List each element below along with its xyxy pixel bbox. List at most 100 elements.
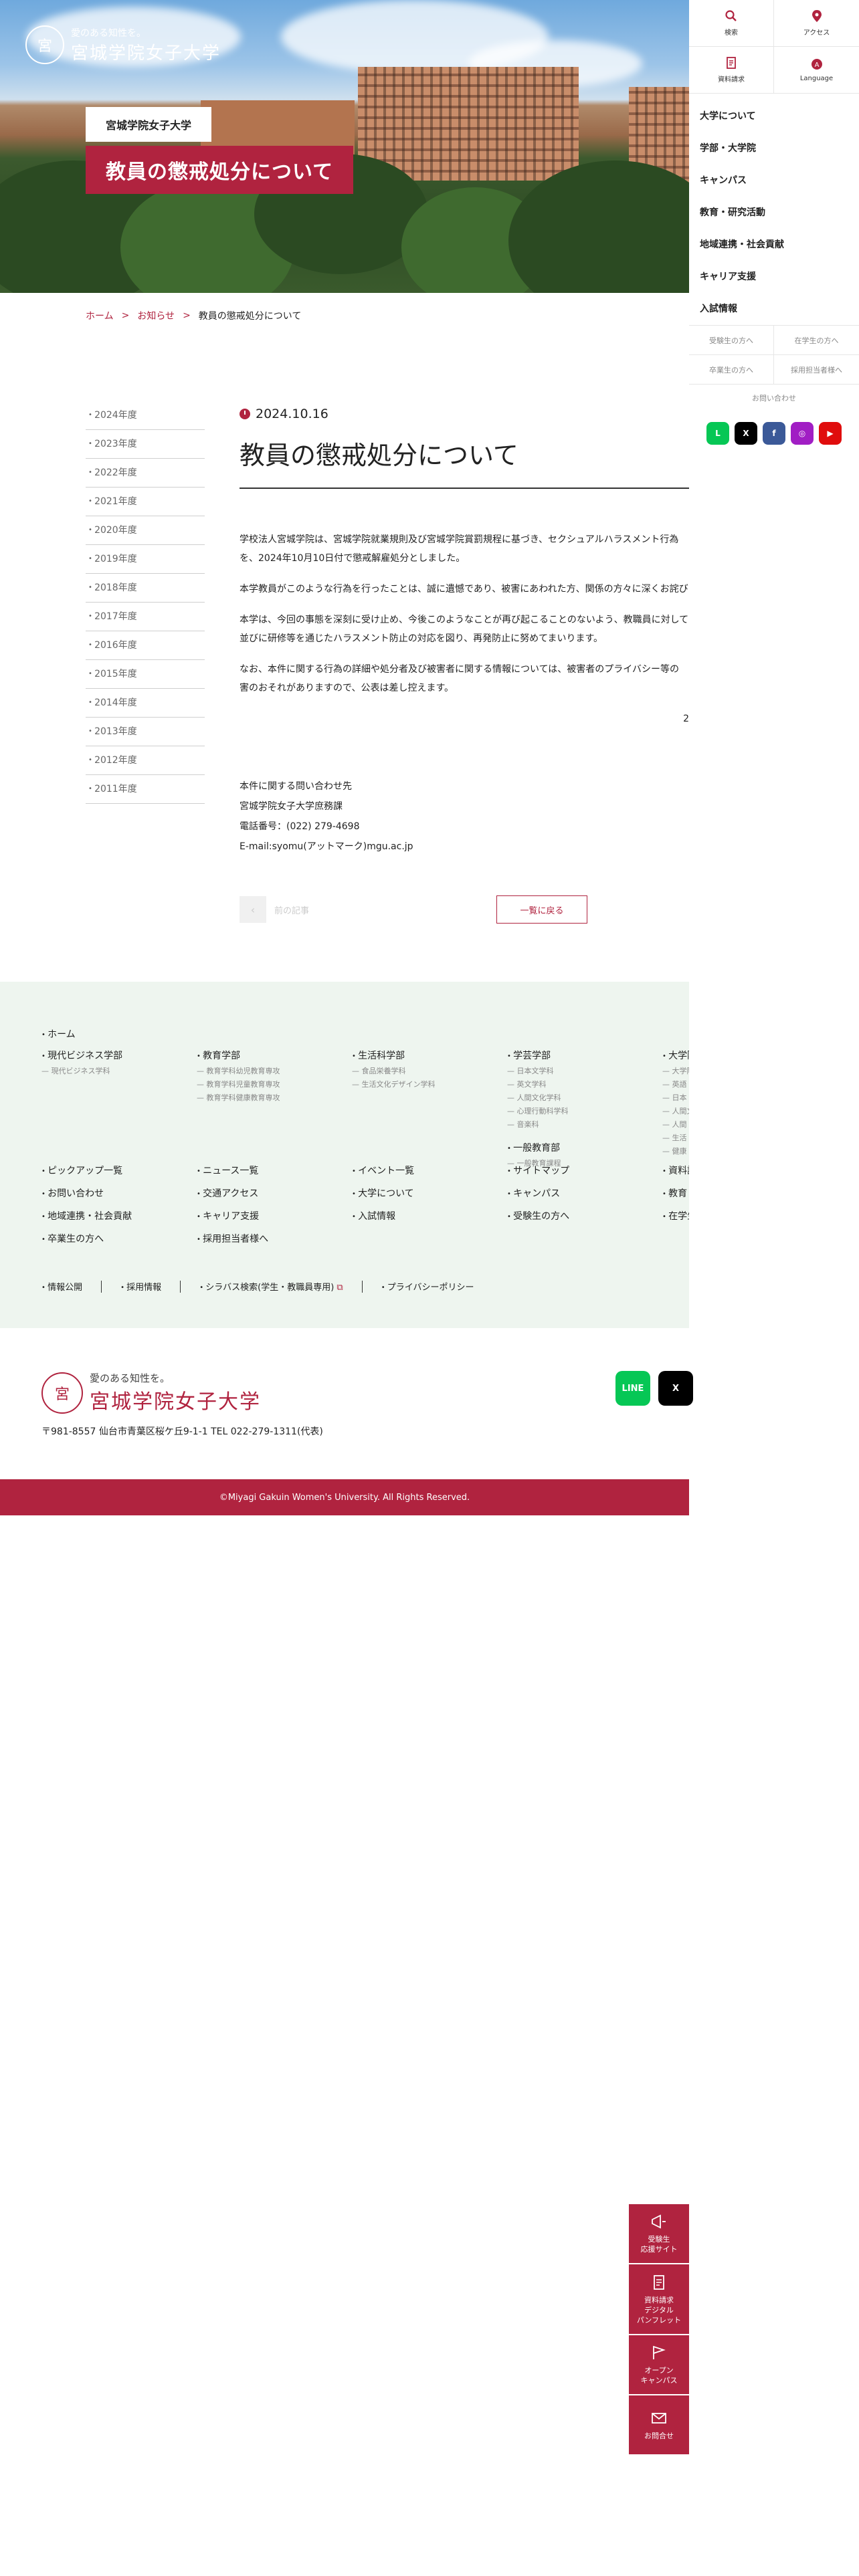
x-icon[interactable]: X [735, 422, 757, 445]
year-link[interactable]: 2020年度 [86, 516, 205, 545]
year-link[interactable]: 2024年度 [86, 401, 205, 430]
footer-logo[interactable]: 宮 愛のある知性を。 宮城学院女子大学 [41, 1371, 261, 1414]
line-icon[interactable]: L [706, 422, 729, 445]
breadcrumb-home[interactable]: ホーム [86, 309, 114, 322]
footer-link[interactable]: 資料請求 [662, 1164, 689, 1176]
footer-sub-link[interactable]: — 食品栄養学科 [352, 1065, 499, 1078]
breadcrumb-news[interactable]: お知らせ [137, 309, 175, 322]
footer-link[interactable]: ニュース一覧 [197, 1164, 352, 1176]
footer-bottom-link[interactable]: 情報公開 [41, 1280, 82, 1293]
footer-col: 大学院 — 大学院 — 英語 — 日本 — 人間文 — 人間 — 生活 — 健康 [662, 1049, 689, 1158]
hero-logo[interactable]: 宮 愛のある知性を。 宮城学院女子大学 [25, 25, 221, 64]
float-brochure-button[interactable]: 資料請求 デジタル パンフレット [629, 2264, 689, 2335]
nav-campus[interactable]: キャンパス [700, 165, 848, 197]
nav-recruiters[interactable]: 採用担当者様へ [774, 355, 859, 385]
prev-article-link[interactable]: 前の記事 [274, 903, 309, 916]
footer-link[interactable]: 地域連携・社会貢献 [41, 1209, 197, 1222]
nav-faculties[interactable]: 学部・大学院 [700, 132, 848, 165]
page-title: 教員の懲戒処分について [86, 146, 354, 194]
quick-search[interactable]: 検索 [689, 0, 774, 47]
logo-seal-icon: 宮 [25, 25, 64, 64]
footer-link[interactable]: サイトマップ [507, 1164, 662, 1176]
year-link[interactable]: 2018年度 [86, 574, 205, 603]
nav-current-students[interactable]: 在学生の方へ [774, 326, 859, 355]
year-link[interactable]: 2015年度 [86, 660, 205, 689]
x-icon[interactable]: X [658, 1371, 693, 1406]
footer-sub-link[interactable]: — 健康 [662, 1145, 689, 1158]
year-link[interactable]: 2016年度 [86, 631, 205, 660]
footer-sub-link[interactable]: — 日本文学科 [507, 1065, 654, 1078]
footer-sub-link[interactable]: — 英語 [662, 1078, 689, 1091]
year-link[interactable]: 2011年度 [86, 775, 205, 804]
year-link[interactable]: 2017年度 [86, 603, 205, 631]
year-link[interactable]: 2014年度 [86, 689, 205, 718]
footer-sub-link[interactable]: — 音楽科 [507, 1118, 654, 1132]
nav-research[interactable]: 教育・研究活動 [700, 197, 848, 229]
facebook-icon[interactable]: f [763, 422, 785, 445]
footer-sub-link[interactable]: — 教育学科健康教育専攻 [197, 1091, 344, 1105]
footer-sub-link[interactable]: — 教育学科幼児教育専攻 [197, 1065, 344, 1078]
prev-arrow-icon[interactable]: ‹ [240, 896, 266, 923]
footer-link[interactable]: 採用担当者様へ [197, 1232, 352, 1245]
footer-sub-link[interactable]: — 生活文化デザイン学科 [352, 1078, 499, 1091]
footer-sub-link[interactable]: — 大学院 [662, 1065, 689, 1078]
nav-community[interactable]: 地域連携・社会貢献 [700, 229, 848, 261]
footer-sub-link[interactable]: — 教育学科児童教育専攻 [197, 1078, 344, 1091]
footer-col-heading[interactable]: 教育学部 [197, 1049, 344, 1062]
footer-link[interactable]: キャリア支援 [197, 1209, 352, 1222]
footer-sub-link[interactable]: — 日本 [662, 1091, 689, 1105]
side-navigation: 検索 アクセス 資料請求 A Language 大学について 学部・大学院 キャ… [689, 0, 859, 481]
year-link[interactable]: 2021年度 [86, 488, 205, 516]
year-link[interactable]: 2012年度 [86, 746, 205, 775]
year-link[interactable]: 2022年度 [86, 459, 205, 488]
nav-admission[interactable]: 入試情報 [700, 293, 848, 325]
back-to-list-button[interactable]: 一覧に戻る [496, 895, 588, 924]
nav-alumni[interactable]: 卒業生の方へ [689, 355, 774, 385]
footer-sub-link[interactable]: — 英文学科 [507, 1078, 654, 1091]
footer-link[interactable]: ピックアップ一覧 [41, 1164, 197, 1176]
float-contact-button[interactable]: お問合せ [629, 2395, 689, 2456]
footer-link[interactable]: 卒業生の方へ [41, 1232, 197, 1245]
year-link[interactable]: 2013年度 [86, 718, 205, 746]
footer-link[interactable]: 大学について [352, 1186, 507, 1199]
footer-link[interactable]: 在学生の方へ [662, 1209, 689, 1222]
instagram-icon[interactable]: ◎ [791, 422, 814, 445]
year-link[interactable]: 2023年度 [86, 430, 205, 459]
search-icon [725, 10, 737, 21]
footer-col-heading[interactable]: 一般教育部 [507, 1141, 654, 1154]
footer-home-link[interactable]: ホーム [41, 1027, 76, 1041]
footer-link[interactable]: 教育・研究 [662, 1186, 689, 1199]
footer-bottom-link[interactable]: シラバス検索(学生・教職員専用) ⧉ [199, 1280, 343, 1293]
quick-access[interactable]: アクセス [774, 0, 859, 47]
footer-sub-link[interactable]: — 生活 [662, 1132, 689, 1145]
footer-bottom-link[interactable]: プライバシーポリシー [381, 1280, 474, 1293]
footer-col-heading[interactable]: 生活科学部 [352, 1049, 499, 1062]
nav-career[interactable]: キャリア支援 [700, 261, 848, 293]
footer-sub-link[interactable]: — 人間 [662, 1118, 689, 1132]
footer-sub-link[interactable]: — 人間文 [662, 1105, 689, 1118]
footer-link[interactable]: 交通アクセス [197, 1186, 352, 1199]
footer-link[interactable]: キャンパス [507, 1186, 662, 1199]
article-line: なお、本件に関する行為の詳細や処分者及び被害者に関する情報については、被害者のプ… [240, 664, 680, 675]
footer-sub-link[interactable]: — 心理行動科学科 [507, 1105, 654, 1118]
nav-about[interactable]: 大学について [700, 100, 848, 132]
nav-prospective[interactable]: 受験生の方へ [689, 326, 774, 355]
footer-sub-link[interactable]: — 現代ビジネス学科 [41, 1065, 189, 1078]
footer-link[interactable]: お問い合わせ [41, 1186, 197, 1199]
footer-col-heading[interactable]: 学芸学部 [507, 1049, 654, 1062]
footer-bottom-link[interactable]: 採用情報 [120, 1280, 161, 1293]
footer-link[interactable]: 受験生の方へ [507, 1209, 662, 1222]
float-open-campus-button[interactable]: オープン キャンパス [629, 2335, 689, 2395]
year-link[interactable]: 2019年度 [86, 545, 205, 574]
youtube-icon[interactable]: ▶ [819, 422, 842, 445]
float-applicant-site-button[interactable]: 受験生 応援サイト [629, 2204, 689, 2264]
footer-col-heading[interactable]: 現代ビジネス学部 [41, 1049, 189, 1062]
nav-inquiry[interactable]: お問い合わせ [689, 385, 859, 403]
footer-col-heading[interactable]: 大学院 [662, 1049, 689, 1062]
footer-link[interactable]: 入試情報 [352, 1209, 507, 1222]
quick-language[interactable]: A Language [774, 47, 859, 94]
footer-sub-link[interactable]: — 人間文化学科 [507, 1091, 654, 1105]
line-icon[interactable]: LINE [615, 1371, 650, 1406]
footer-link[interactable]: イベント一覧 [352, 1164, 507, 1176]
quick-request[interactable]: 資料請求 [689, 47, 774, 94]
